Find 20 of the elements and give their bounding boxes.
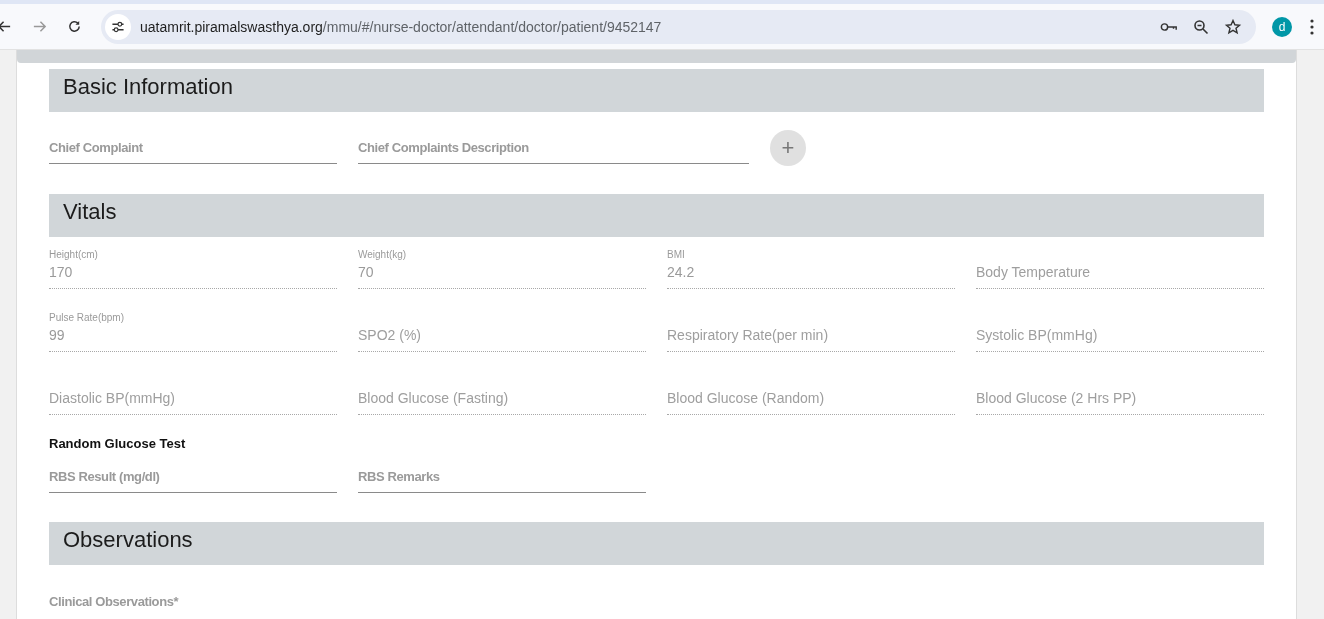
section-header: Vitals [49,194,1264,237]
address-bar[interactable]: uatamrit.piramalswasthya.org/mmu/#/nurse-doctor/attendant/doctor/patient/9452147 [101,9,1256,44]
url-text: uatamrit.piramalswasthya.org/mmu/#/nurse-doctor/attendant/doctor/patient/9452147 [140,18,662,35]
menu-icon[interactable] [1310,18,1314,35]
text-field[interactable]: Chief Complaint [49,124,337,164]
text-field[interactable]: Clinical Observations* [49,565,1264,610]
subsection-title: Random Glucose Test [49,436,187,451]
add-button[interactable]: + [770,130,806,166]
text-field[interactable]: RBS Remarks [358,453,646,493]
site-settings-icon[interactable] [105,13,131,40]
forward-arrow-icon[interactable] [32,19,47,34]
reload-icon[interactable] [67,19,82,34]
star-icon[interactable] [1224,18,1242,35]
text-field[interactable]: Chief Complaints Description [358,124,749,164]
text-field[interactable]: RBS Result (mg/dl) [49,453,337,493]
profile-avatar[interactable]: d [1272,16,1292,37]
section-header: Basic Information [49,69,1264,112]
zoom-out-icon[interactable] [1192,18,1210,35]
section-header: Observations [49,522,1264,565]
back-arrow-icon[interactable] [0,19,12,34]
